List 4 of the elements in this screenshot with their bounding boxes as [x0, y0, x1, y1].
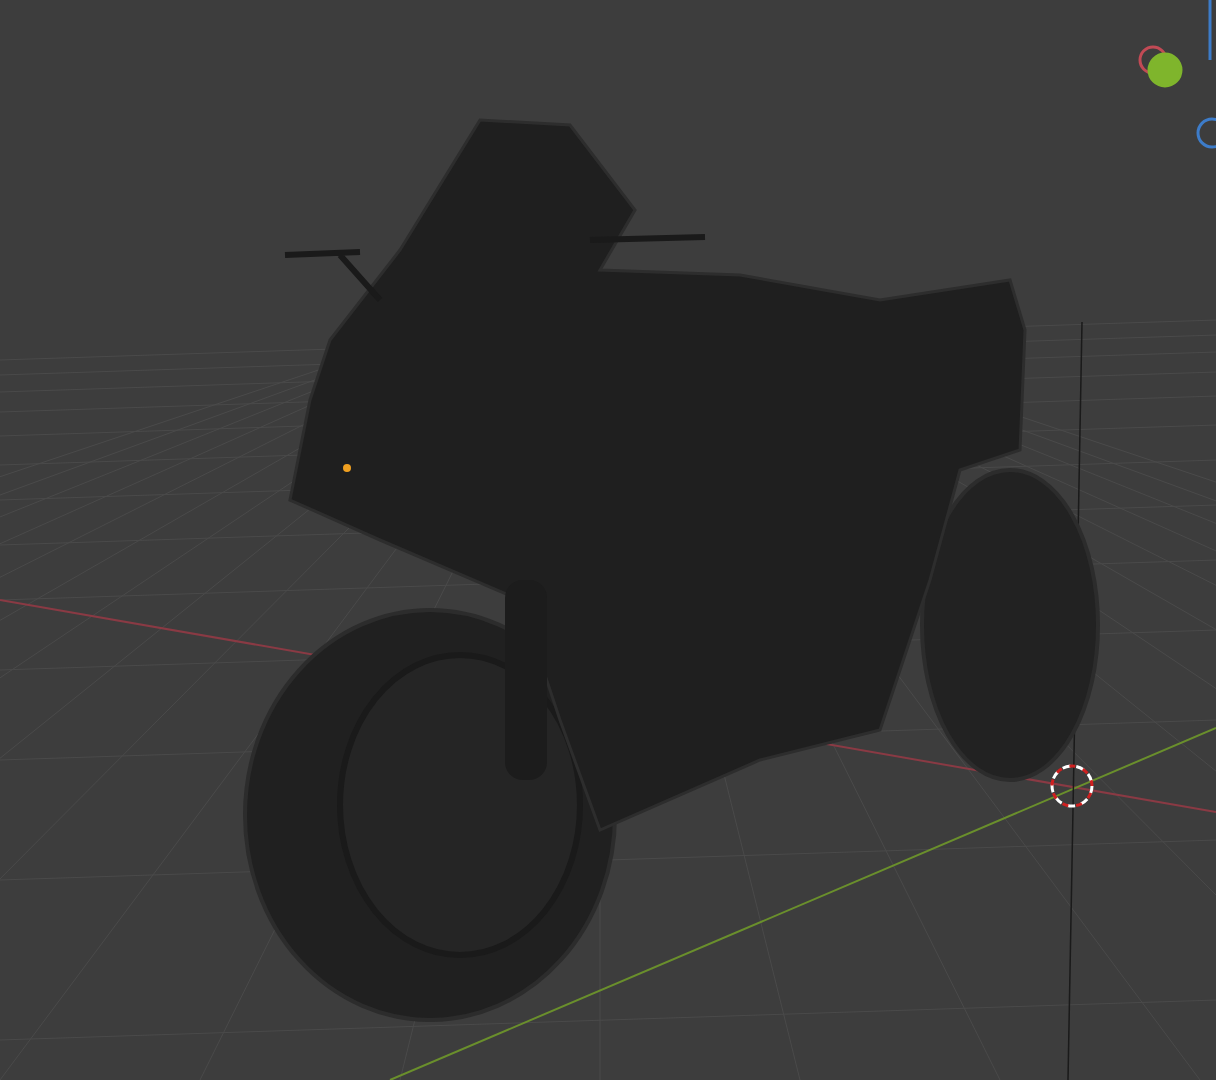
gizmo-axis-icon[interactable]: [1196, 117, 1216, 149]
gizmo-axis-icon[interactable]: [1147, 52, 1183, 88]
gizmo-axis-line: [1208, 0, 1212, 60]
3d-cursor-icon: [1050, 764, 1094, 808]
